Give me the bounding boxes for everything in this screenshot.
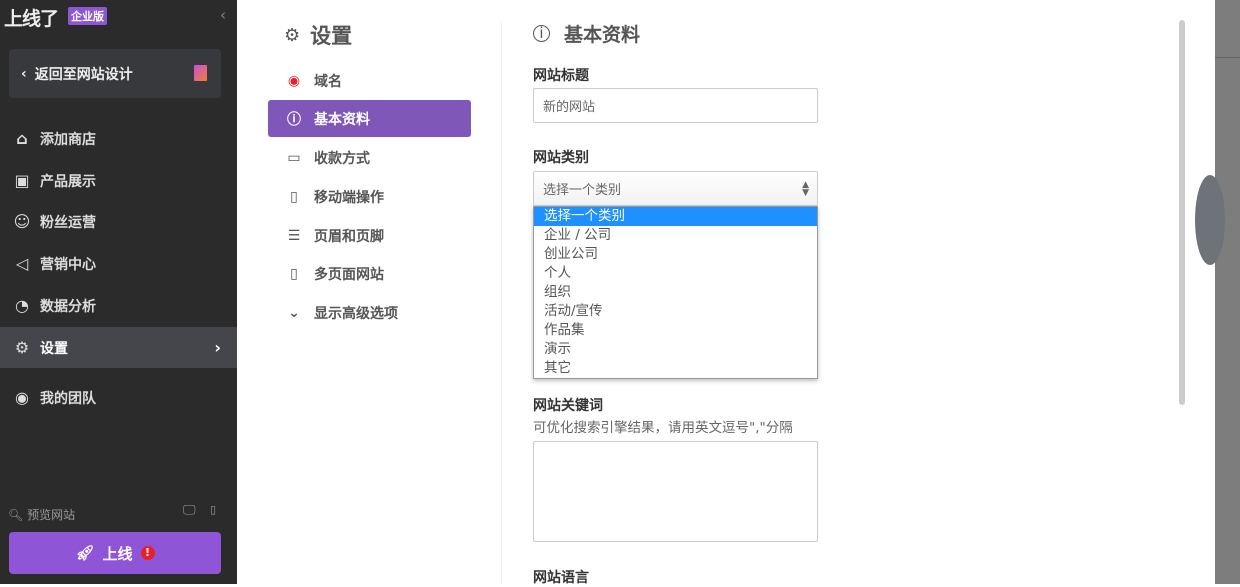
page-icon: ▯: [286, 266, 302, 282]
category-option[interactable]: 作品集: [534, 321, 817, 340]
overlay-line: [1215, 57, 1240, 58]
sidebar-item-team[interactable]: ◉ 我的团队: [0, 377, 237, 418]
tablet-icon: ▯: [286, 189, 302, 205]
pie-chart-icon: ◔: [12, 296, 32, 315]
sidebar: 上线了 企业版 ‹ ‹ 返回至网站设计 ⌂ 添加商店 ▣ 产品展示 ☺ 粉丝运营 ◁ 营…: [0, 0, 237, 584]
settings-item-domain[interactable]: ◉ 域名: [268, 62, 471, 99]
alert-icon: !: [141, 546, 155, 560]
settings-title: 设置: [310, 20, 352, 50]
settings-item-basic-info[interactable]: ⓘ 基本资料: [268, 100, 471, 137]
preview-site-link[interactable]: 🔍︎ 预览网站: [8, 506, 75, 523]
category-option[interactable]: 创业公司: [534, 245, 817, 264]
keywords-hint: 可优化搜索引擎结果，请用英文逗号","分隔: [533, 416, 793, 436]
item-label: 多页面网站: [314, 264, 384, 284]
sidebar-item-fans[interactable]: ☺ 粉丝运营: [0, 201, 237, 242]
category-select[interactable]: 选择一个类别 ▲▼: [533, 171, 818, 206]
layout-icon: ☰: [286, 228, 302, 244]
sidebar-item-analytics[interactable]: ◔ 数据分析: [0, 285, 237, 326]
category-option[interactable]: 其它: [534, 359, 817, 378]
item-label: 收款方式: [314, 148, 370, 168]
content-title: 基本资料: [564, 20, 640, 47]
enterprise-badge: 企业版: [68, 7, 107, 25]
category-option[interactable]: 活动/宣传: [534, 302, 817, 321]
content-heading: i 基本资料: [533, 20, 640, 47]
settings-item-header-footer[interactable]: ☰ 页眉和页脚: [268, 217, 471, 254]
chevron-left-icon: ‹: [21, 66, 27, 82]
settings-heading: ⚙ 设置: [284, 20, 352, 50]
site-title-value: 新的网站: [543, 96, 595, 115]
nav-label: 我的团队: [40, 388, 96, 408]
document-icon: [194, 65, 207, 81]
select-arrows-icon: ▲▼: [802, 181, 809, 197]
category-label: 网站类别: [533, 147, 589, 167]
go-live-label: 上线: [103, 543, 133, 564]
nav-label: 添加商店: [40, 129, 96, 149]
go-live-button[interactable]: 🚀︎ 上线 !: [9, 532, 221, 574]
users-icon: ☺: [12, 212, 32, 231]
item-label: 移动端操作: [314, 187, 384, 207]
site-title-label: 网站标题: [533, 65, 589, 85]
preview-label: 预览网站: [27, 508, 75, 522]
briefcase-icon: ▣: [12, 171, 32, 190]
nav-label: 粉丝运营: [40, 212, 96, 232]
item-label: 页眉和页脚: [314, 226, 384, 246]
sidebar-item-marketing[interactable]: ◁ 营销中心: [0, 243, 237, 284]
settings-item-mobile[interactable]: ▯ 移动端操作: [268, 178, 471, 215]
sidebar-item-store[interactable]: ⌂ 添加商店: [0, 118, 237, 159]
category-option[interactable]: 企业 / 公司: [534, 226, 817, 245]
card-icon: ▭: [286, 150, 302, 166]
settings-item-payment[interactable]: ▭ 收款方式: [268, 139, 471, 176]
back-to-design-button[interactable]: ‹ 返回至网站设计: [9, 49, 221, 98]
category-option[interactable]: 演示: [534, 340, 817, 359]
language-label: 网站语言: [533, 567, 589, 587]
record-icon: ◉: [286, 73, 302, 89]
background-overlay: [1215, 0, 1240, 584]
keywords-label: 网站关键词: [533, 395, 603, 415]
gear-icon: ⚙: [284, 25, 300, 46]
nav-label: 产品展示: [40, 171, 96, 191]
category-option[interactable]: 组织: [534, 283, 817, 302]
settings-item-multipage[interactable]: ▯ 多页面网站: [268, 255, 471, 292]
category-option[interactable]: 个人: [534, 264, 817, 283]
category-dropdown: 选择一个类别 企业 / 公司 创业公司 个人 组织 活动/宣传 作品集 演示 其…: [533, 206, 818, 379]
chevron-right-icon: ›: [214, 338, 221, 357]
overlay-shape: [1195, 175, 1225, 265]
store-icon: ⌂: [12, 129, 32, 148]
chevron-down-icon: ⌄: [286, 305, 302, 321]
item-label: 域名: [314, 71, 342, 91]
mobile-icon[interactable]: ▯: [210, 503, 216, 516]
divider: [501, 22, 502, 584]
site-title-input[interactable]: 新的网站: [533, 88, 818, 123]
item-label: 显示高级选项: [314, 303, 398, 323]
keywords-textarea[interactable]: [533, 441, 818, 542]
rocket-icon: 🚀︎: [75, 544, 94, 562]
settings-item-advanced[interactable]: ⌄ 显示高级选项: [268, 294, 471, 331]
gear-icon: ⚙: [12, 338, 32, 357]
item-label: 基本资料: [314, 109, 370, 129]
logo: 上线了: [4, 4, 58, 31]
category-value: 选择一个类别: [543, 179, 621, 198]
search-icon: 🔍︎: [8, 508, 23, 522]
nav-label: 营销中心: [40, 254, 96, 274]
sidebar-item-settings[interactable]: ⚙ 设置 ›: [0, 327, 237, 368]
sidebar-item-products[interactable]: ▣ 产品展示: [0, 160, 237, 201]
nav-label: 数据分析: [40, 296, 96, 316]
desktop-icon[interactable]: 🖵: [183, 503, 196, 518]
collapse-sidebar-icon[interactable]: ‹: [220, 6, 226, 24]
info-icon: i: [533, 25, 550, 42]
info-icon: ⓘ: [286, 109, 302, 129]
scrollbar[interactable]: [1179, 20, 1185, 405]
nav-label: 设置: [40, 338, 68, 358]
category-option[interactable]: 选择一个类别: [534, 207, 817, 226]
megaphone-icon: ◁: [12, 254, 32, 273]
back-label: 返回至网站设计: [35, 64, 133, 84]
team-avatar-icon: ◉: [12, 388, 32, 407]
